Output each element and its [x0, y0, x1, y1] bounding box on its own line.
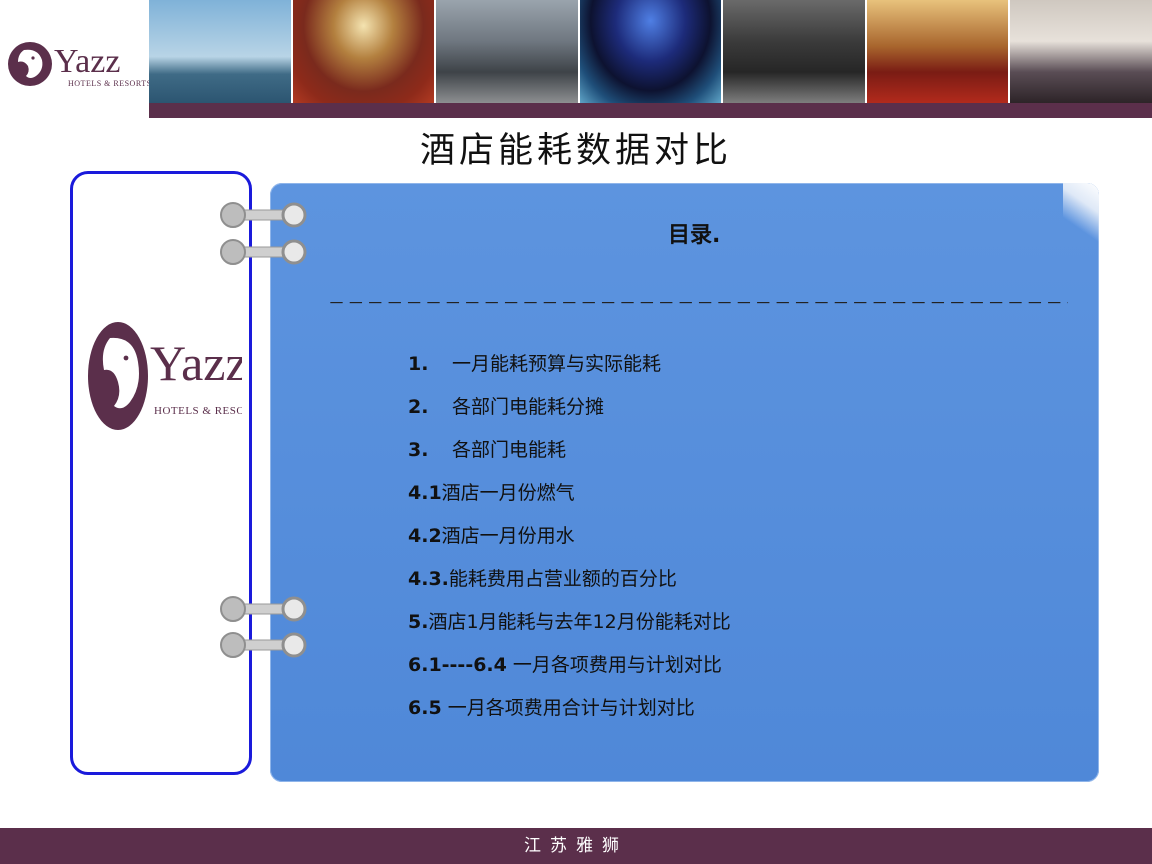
toc-item-number: 5.	[408, 611, 429, 633]
toc-item[interactable]: 4.1酒店一月份燃气	[408, 474, 1068, 517]
toc-item[interactable]: 1. 一月能耗预算与实际能耗	[408, 345, 1068, 388]
toc-item-label: 酒店一月份用水	[441, 525, 575, 547]
binder-ring-icon	[220, 632, 307, 658]
panel-logo: Yazz HOTELS & RESORTS	[88, 322, 242, 430]
toc-item[interactable]: 4.2酒店一月份用水	[408, 517, 1068, 560]
brand-logo: Yazz HOTELS & RESORTS	[8, 42, 150, 88]
toc-item[interactable]: 6.1----6.4 一月各项费用与计划对比	[408, 646, 1068, 689]
brand-name: Yazz	[54, 43, 120, 80]
toc-divider: －－－－－－－－－－－－－－－－－－－－－－－－－－－－－－－－－－－－－－－－…	[328, 294, 1068, 314]
toc-item-number: 4.2	[408, 525, 442, 547]
lion-head-icon	[8, 42, 52, 86]
toc-item-label: 酒店一月份燃气	[441, 482, 575, 504]
toc-item[interactable]: 4.3.能耗费用占营业额的百分比	[408, 560, 1068, 603]
corridor-photo	[723, 0, 867, 103]
toc-item-label: 一月各项费用合计与计划对比	[441, 697, 695, 719]
toc-item[interactable]: 3. 各部门电能耗	[408, 431, 1068, 474]
toc-item-number: 6.5	[408, 697, 442, 719]
panel-brand-tagline: HOTELS & RESORTS	[154, 405, 242, 417]
toc-item-label: 各部门电能耗分摊	[452, 396, 605, 418]
header-accent-bar	[149, 103, 1152, 118]
lion-head-icon	[88, 322, 148, 430]
toc-item-label: 能耗费用占营业额的百分比	[448, 568, 677, 590]
nightclub-photo	[579, 0, 724, 103]
toc-item[interactable]: 6.5 一月各项费用合计与计划对比	[408, 689, 1068, 732]
panel-brand-name: Yazz	[150, 335, 242, 391]
toc-list: 1. 一月能耗预算与实际能耗 2. 各部门电能耗分摊 3. 各部门电能耗 4.1酒店一…	[408, 345, 1068, 732]
toc-item-number: 6.1----6.4	[408, 654, 507, 676]
toc-item-number: 4.1	[408, 482, 442, 504]
footer-bar: 江苏雅狮	[0, 828, 1152, 864]
toc-item-number: 2.	[408, 396, 429, 418]
toc-item-number: 4.3.	[408, 568, 449, 590]
toc-item-label: 各部门电能耗	[452, 439, 567, 461]
binder-ring-icon	[220, 596, 307, 622]
footer-company-name: 江苏雅狮	[524, 836, 628, 856]
header-banner	[149, 0, 1152, 103]
brand-tagline: HOTELS & RESORTS	[68, 79, 150, 88]
toc-item[interactable]: 5.酒店1月能耗与去年12月份能耗对比	[408, 603, 1068, 646]
toc-item-label: 一月各项费用与计划对比	[506, 654, 722, 676]
lobby-photo	[436, 0, 580, 103]
banquet-hall-photo	[866, 0, 1011, 103]
toc-item[interactable]: 2. 各部门电能耗分摊	[408, 388, 1068, 431]
cruise-ship-photo	[149, 0, 293, 103]
guest-room-photo	[1010, 0, 1152, 103]
toc-item-label: 一月能耗预算与实际能耗	[452, 353, 662, 375]
toc-item-label: 酒店1月能耗与去年12月份能耗对比	[428, 611, 731, 633]
toc-heading: 目录.	[668, 223, 721, 248]
ballroom-photo	[292, 0, 437, 103]
page-title: 酒店能耗数据对比	[419, 131, 732, 171]
toc-item-number: 3.	[408, 439, 429, 461]
toc-item-number: 1.	[408, 353, 429, 375]
